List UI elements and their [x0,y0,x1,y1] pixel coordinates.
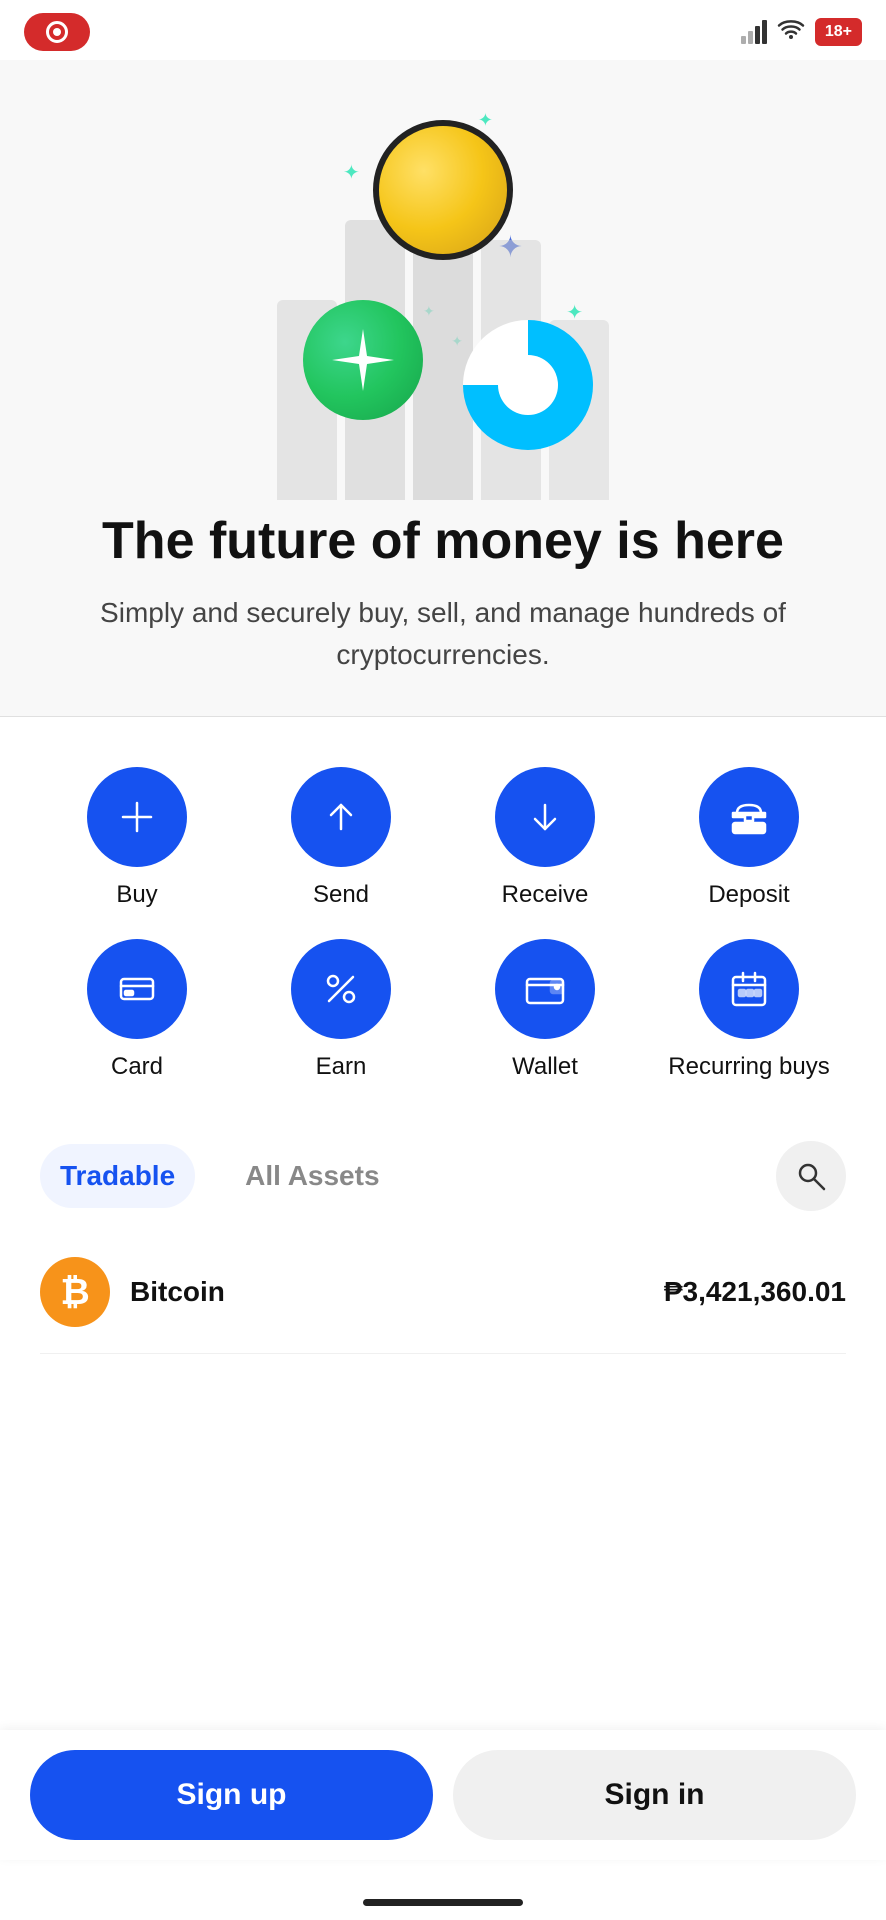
green-coin [303,300,423,420]
recurring-label: Recurring buys [668,1053,829,1081]
recurring-circle [699,939,799,1039]
blue-coin-inner [498,355,558,415]
home-indicator [363,1899,523,1906]
hero-subtitle: Simply and securely buy, sell, and manag… [0,572,886,676]
status-bar: 18+ [0,0,886,60]
receive-label: Receive [502,881,589,909]
signin-button[interactable]: Sign in [453,1750,856,1840]
action-deposit[interactable]: Deposit [652,767,846,909]
tab-all-assets[interactable]: All Assets [225,1144,399,1208]
send-circle [291,767,391,867]
hero-title: The future of money is here [62,510,824,572]
buy-circle [87,767,187,867]
action-receive[interactable]: Receive [448,767,642,909]
asset-list: ₿ Bitcoin ₱3,421,360.01 [0,1231,886,1354]
camera-dot-icon [46,21,68,43]
asset-price: ₱3,421,360.01 [664,1276,846,1308]
tab-tradable[interactable]: Tradable [40,1144,195,1208]
send-label: Send [313,881,369,909]
action-send[interactable]: Send [244,767,438,909]
action-card[interactable]: Card [40,939,234,1081]
wallet-label: Wallet [512,1053,578,1081]
action-recurring[interactable]: Recurring buys [652,939,846,1081]
hero-illustration: ✦ ✦ ✦ ✦ ✦ ✦ ✦ [223,80,663,500]
bitcoin-icon: ₿ [40,1257,110,1327]
asset-name: Bitcoin [130,1276,225,1308]
camera-indicator [24,13,90,51]
system-status-icons: 18+ [741,18,862,46]
signup-button[interactable]: Sign up [30,1750,433,1840]
earn-label: Earn [316,1053,367,1081]
sparkle-icon-2: ✦ [478,110,493,131]
receive-circle [495,767,595,867]
search-button[interactable] [776,1141,846,1211]
asset-info: ₿ Bitcoin [40,1257,225,1327]
deposit-label: Deposit [708,881,789,909]
hero-section: ✦ ✦ ✦ ✦ ✦ ✦ ✦ The future of money is her… [0,60,886,716]
action-buy[interactable]: Buy [40,767,234,909]
camera-pill [24,13,90,51]
signal-icon [741,20,767,44]
actions-grid: Buy Send Receive [40,767,846,1081]
auth-buttons-bar: Sign up Sign in [0,1730,886,1860]
battery-icon: 18+ [815,18,862,46]
filter-section: Tradable All Assets [0,1111,886,1231]
table-row[interactable]: ₿ Bitcoin ₱3,421,360.01 [40,1231,846,1354]
blue-coin [463,320,593,450]
card-label: Card [111,1053,163,1081]
action-earn[interactable]: Earn [244,939,438,1081]
filter-tabs: Tradable All Assets [40,1144,400,1208]
buy-label: Buy [116,881,157,909]
action-wallet[interactable]: Wallet [448,939,642,1081]
earn-circle [291,939,391,1039]
card-circle [87,939,187,1039]
gold-coin [373,120,513,260]
deposit-circle [699,767,799,867]
wifi-icon [777,18,805,46]
actions-section: Buy Send Receive [0,717,886,1111]
wallet-circle [495,939,595,1039]
